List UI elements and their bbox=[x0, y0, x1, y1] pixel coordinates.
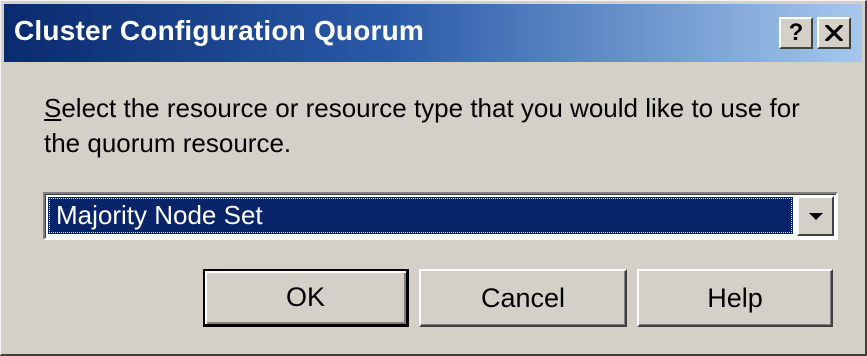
help-icon-button[interactable]: ? bbox=[779, 17, 813, 49]
dialog-title: Cluster Configuration Quorum bbox=[14, 15, 425, 46]
prompt-label: Select the resource or resource type tha… bbox=[44, 91, 824, 161]
selected-value[interactable]: Majority Node Set bbox=[48, 197, 793, 234]
cancel-button[interactable]: Cancel bbox=[419, 269, 627, 327]
help-button[interactable]: Help bbox=[637, 269, 833, 327]
close-icon[interactable] bbox=[817, 17, 851, 49]
dropdown-arrow-button[interactable] bbox=[797, 196, 834, 236]
quorum-dialog: Cluster Configuration Quorum ? Select th… bbox=[0, 0, 867, 356]
chevron-down-icon bbox=[808, 212, 823, 220]
ok-button[interactable]: OK bbox=[203, 269, 409, 327]
close-x-glyph bbox=[825, 25, 843, 41]
prompt-accelerator: S bbox=[44, 93, 62, 123]
prompt-text: elect the resource or resource type that… bbox=[44, 93, 800, 158]
title-bar[interactable]: Cluster Configuration Quorum ? bbox=[4, 4, 862, 62]
quorum-resource-select[interactable]: Majority Node Set bbox=[43, 192, 838, 240]
